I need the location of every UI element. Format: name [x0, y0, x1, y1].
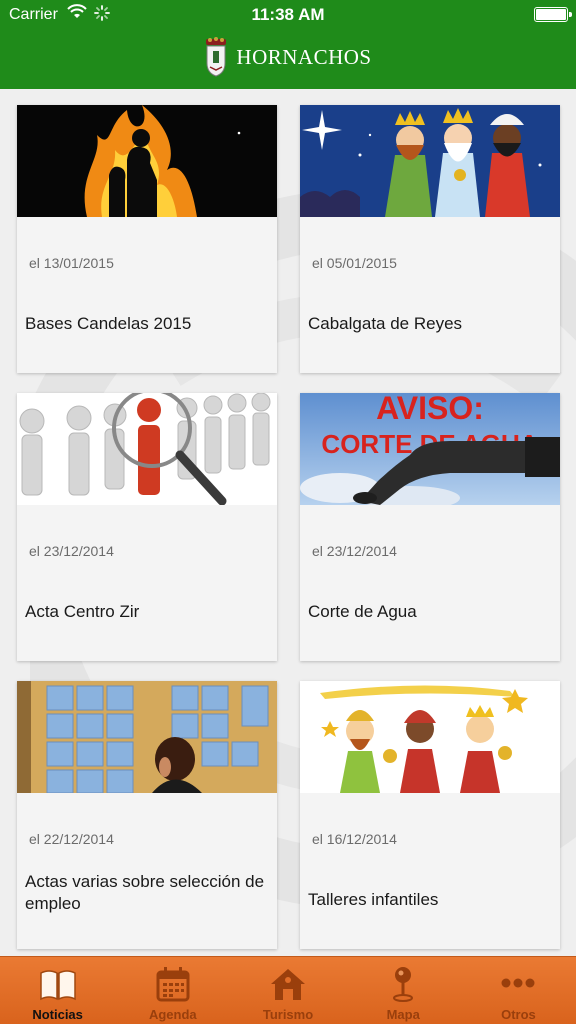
three-kings-image — [300, 105, 560, 217]
battery-icon — [534, 7, 572, 22]
news-card[interactable]: AVISO: CORTE DE AGUA el 23/12/2014 Corte… — [300, 393, 560, 661]
news-title: Actas varias sobre selección de empleo — [25, 872, 265, 913]
tab-noticias[interactable]: Noticias — [0, 957, 115, 1024]
news-date: el 23/12/2014 — [29, 543, 114, 559]
bonfire-image — [17, 105, 277, 217]
notice-board-image — [17, 681, 277, 793]
calendar-icon — [156, 967, 190, 1002]
news-card[interactable]: el 16/12/2014 Talleres infantiles — [300, 681, 560, 949]
status-bar: Carrier 11:38 AM — [0, 0, 576, 30]
news-date: el 16/12/2014 — [312, 831, 397, 847]
news-card[interactable]: el 13/01/2015 Bases Candelas 2015 — [17, 105, 277, 373]
app-title: HORNACHOS — [236, 44, 372, 69]
app-header: Carrier 11:38 AM HORNACHOS — [0, 0, 576, 89]
tab-label: Noticias — [32, 1007, 83, 1022]
water-tap-image: AVISO: CORTE DE AGUA — [300, 393, 560, 505]
brand: HORNACHOS — [0, 35, 576, 79]
magnifier-figures-image — [17, 393, 277, 505]
book-icon — [39, 970, 76, 1001]
tab-label: Otros — [501, 1007, 536, 1022]
news-date: el 23/12/2014 — [312, 543, 397, 559]
tab-mapa[interactable]: Mapa — [346, 957, 461, 1024]
image-caption-line1: AVISO: — [376, 393, 484, 426]
news-title: Bases Candelas 2015 — [25, 314, 192, 333]
tab-bar: Noticias Agenda Turismo Mapa Otros — [0, 956, 576, 1024]
town-crest-icon — [206, 37, 227, 77]
kings-cartoon-image — [300, 681, 560, 793]
clock: 11:38 AM — [251, 5, 325, 24]
tab-agenda[interactable]: Agenda — [115, 957, 230, 1024]
house-icon — [271, 969, 305, 1000]
tab-otros[interactable]: Otros — [461, 957, 576, 1024]
more-icon — [501, 978, 535, 988]
map-pin-icon — [393, 967, 414, 1002]
news-date: el 05/01/2015 — [312, 255, 397, 271]
tab-label: Turismo — [262, 1007, 314, 1022]
news-title: Corte de Agua — [308, 602, 417, 621]
tab-turismo[interactable]: Turismo — [230, 957, 345, 1024]
news-list[interactable]: el 13/01/2015 Bases Candelas 2015 el 05/… — [0, 89, 576, 956]
news-date: el 22/12/2014 — [29, 831, 114, 847]
news-card[interactable]: el 05/01/2015 Cabalgata de Reyes — [300, 105, 560, 373]
news-card[interactable]: el 22/12/2014 Actas varias sobre selecci… — [17, 681, 277, 949]
news-date: el 13/01/2015 — [29, 255, 114, 271]
news-title: Talleres infantiles — [308, 890, 439, 909]
tab-label: Agenda — [148, 1007, 197, 1022]
tab-label: Mapa — [386, 1007, 420, 1022]
news-title: Acta Centro Zir — [25, 602, 140, 621]
news-title: Cabalgata de Reyes — [308, 314, 463, 333]
news-card[interactable]: el 23/12/2014 Acta Centro Zir — [17, 393, 277, 661]
